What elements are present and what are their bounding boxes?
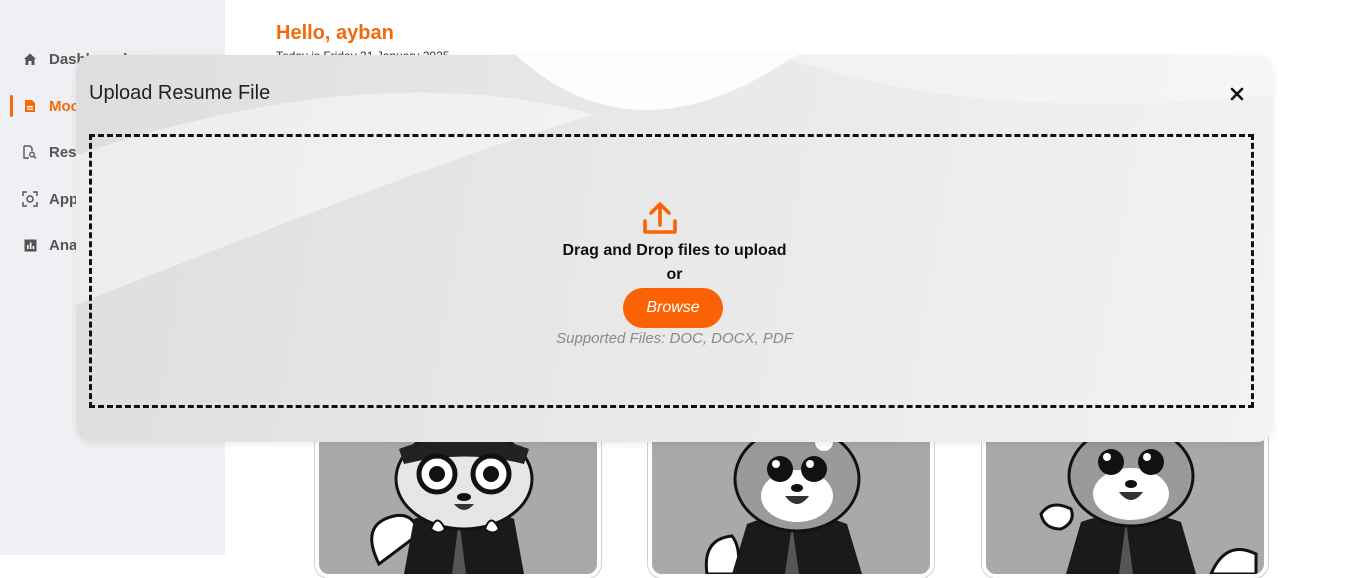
drag-drop-text: Drag and Drop files to upload (562, 242, 787, 259)
greeting: Hello, ayban (276, 22, 394, 44)
active-indicator (10, 95, 13, 117)
upload-icon (643, 202, 677, 234)
home-icon (22, 51, 38, 67)
close-icon (1230, 87, 1244, 101)
search-document-icon (22, 144, 38, 160)
close-button[interactable] (1226, 83, 1248, 105)
browse-button[interactable]: Browse (623, 288, 723, 328)
upload-resume-modal: Upload Resume File Drag and Drop files t… (76, 55, 1273, 442)
modal-title: Upload Resume File (89, 82, 271, 104)
supported-files-text: Supported Files: DOC, DOCX, PDF (556, 330, 793, 347)
document-icon (22, 98, 38, 114)
scan-icon (22, 191, 38, 207)
chart-icon (22, 237, 38, 253)
or-text: or (666, 266, 683, 283)
